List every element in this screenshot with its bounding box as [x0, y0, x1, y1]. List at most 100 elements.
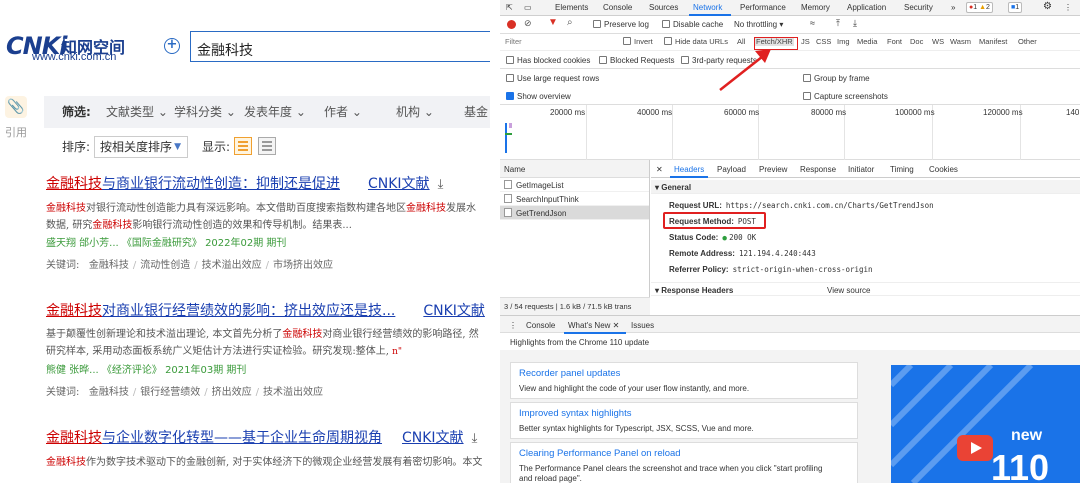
issues-badge[interactable]: ●1 ▲2 [966, 2, 993, 13]
blocked-requests-checkbox[interactable]: Blocked Requests [599, 56, 674, 65]
type-ws[interactable]: WS [932, 37, 944, 46]
inspect-icon[interactable]: ⇱ [506, 3, 513, 12]
tab-response[interactable]: Response [800, 165, 836, 174]
feature-card[interactable]: Clearing Performance Panel on reload The… [510, 442, 858, 483]
filter-input[interactable]: Filter [505, 37, 522, 46]
keyword-link[interactable]: 技术溢出效应 [202, 260, 262, 271]
tab-initiator[interactable]: Initiator [848, 165, 874, 174]
tab-sources[interactable]: Sources [649, 3, 678, 12]
tab-issues[interactable]: Issues [631, 321, 654, 330]
cnki-logo[interactable]: CNKi 知网空间 www.cnki.com.cn [6, 32, 136, 64]
list-view-icon[interactable] [258, 137, 276, 155]
large-rows-checkbox[interactable]: Use large request rows [506, 74, 599, 83]
search-input[interactable]: 金融科技 [190, 31, 490, 62]
keyword-link[interactable]: 挤出效应 [212, 387, 252, 398]
grid-view-icon[interactable] [234, 137, 252, 155]
request-row[interactable]: GetImageList [500, 178, 649, 192]
tab-performance[interactable]: Performance [740, 3, 786, 12]
device-toolbar-icon[interactable]: ▭ [524, 3, 532, 12]
sort-select[interactable]: 按相关度排序 ▼ [94, 136, 188, 158]
tab-elements[interactable]: Elements [555, 3, 588, 12]
keyword-link[interactable]: 流动性创造 [140, 260, 190, 271]
filter-author[interactable]: 作者 ⌄ [324, 96, 362, 128]
record-icon[interactable] [507, 20, 516, 29]
close-icon[interactable]: ✕ [613, 321, 620, 330]
result-title[interactable]: 金融科技与企业数字化转型——基于企业生命周期视角 CNKI文献 ⤓ [46, 429, 490, 448]
tab-network[interactable]: Network [693, 3, 722, 12]
cite-button[interactable]: 📎 引用 [2, 96, 30, 140]
keyword-link[interactable]: 金融科技 [89, 387, 129, 398]
export-har-icon[interactable]: ⤓ [853, 18, 857, 29]
throttling-select[interactable]: No throttling ▾ [734, 20, 783, 29]
add-circle-icon[interactable]: + [164, 38, 180, 54]
type-manifest[interactable]: Manifest [979, 37, 1007, 46]
source-link[interactable]: CNKI文献 [423, 303, 485, 319]
type-js[interactable]: JS [801, 37, 810, 46]
keyword-link[interactable]: 金融科技 [89, 260, 129, 271]
search-icon[interactable]: ⌕ [567, 17, 573, 28]
result-title[interactable]: 金融科技对商业银行经营绩效的影响：挤出效应还是技... CNKI文献 [46, 302, 490, 320]
feature-title[interactable]: Clearing Performance Panel on reload [519, 448, 681, 459]
request-row-selected[interactable]: GetTrendJson [500, 206, 649, 220]
messages-badge[interactable]: ■1 [1008, 2, 1023, 13]
source-link[interactable]: CNKI文献 [368, 176, 430, 192]
tab-console[interactable]: Console [603, 3, 632, 12]
blocked-cookies-checkbox[interactable]: Has blocked cookies [506, 56, 590, 65]
tab-cookies[interactable]: Cookies [929, 165, 958, 174]
download-icon[interactable]: ⤓ [438, 176, 444, 194]
result-meta[interactable]: 盛天翔 邰小芳... 《国际金融研究》 2022年02期 期刊 [46, 236, 490, 252]
feature-card[interactable]: Improved syntax highlights Better syntax… [510, 402, 858, 439]
network-conditions-icon[interactable]: ≈ [810, 18, 815, 28]
source-link[interactable]: CNKI文献 [402, 430, 464, 446]
filter-subject[interactable]: 学科分类 ⌄ [174, 96, 236, 128]
preserve-log-checkbox[interactable]: Preserve log [593, 20, 649, 29]
gear-icon[interactable]: ⚙ [1043, 1, 1052, 12]
feature-title[interactable]: Recorder panel updates [519, 368, 620, 379]
tab-application[interactable]: Application [847, 3, 886, 12]
filter-doc-type[interactable]: 文献类型 ⌄ [106, 96, 168, 128]
tab-timing[interactable]: Timing [890, 165, 914, 174]
keyword-link[interactable]: 银行经营绩效 [140, 387, 200, 398]
tab-whats-new[interactable]: What's New ✕ [568, 321, 619, 330]
filter-institution[interactable]: 机构 ⌄ [396, 96, 434, 128]
import-har-icon[interactable]: ⤒ [836, 18, 840, 29]
type-css[interactable]: CSS [816, 37, 831, 46]
capture-screenshots-checkbox[interactable]: Capture screenshots [803, 92, 888, 101]
type-wasm[interactable]: Wasm [950, 37, 971, 46]
view-source-link[interactable]: View source [827, 286, 870, 295]
keyword-link[interactable]: 市场挤出效应 [273, 260, 333, 271]
disable-cache-checkbox[interactable]: Disable cache [662, 20, 723, 29]
clear-icon[interactable]: ⊘ [524, 18, 532, 29]
type-media[interactable]: Media [857, 37, 877, 46]
result-meta[interactable]: 熊健 张晔... 《经济评论》 2021年03期 期刊 [46, 363, 490, 379]
tab-payload[interactable]: Payload [717, 165, 746, 174]
close-icon[interactable]: ✕ [656, 165, 663, 174]
download-icon[interactable]: ⤓ [472, 430, 478, 448]
response-headers-section[interactable]: ▾ Response Headers View source [651, 282, 1080, 296]
feature-card[interactable]: Recorder panel updates View and highligh… [510, 362, 858, 399]
name-column-header[interactable]: Name [500, 160, 649, 178]
filter-year[interactable]: 发表年度 ⌄ [244, 96, 306, 128]
group-by-frame-checkbox[interactable]: Group by frame [803, 74, 870, 83]
invert-checkbox[interactable]: Invert [623, 37, 653, 46]
tab-preview[interactable]: Preview [759, 165, 787, 174]
keyword-link[interactable]: 技术溢出效应 [263, 387, 323, 398]
show-overview-checkbox[interactable]: Show overview [506, 92, 571, 101]
kebab-menu-icon[interactable]: ⋮ [1064, 3, 1072, 12]
type-img[interactable]: Img [837, 37, 850, 46]
type-other[interactable]: Other [1018, 37, 1037, 46]
tab-security[interactable]: Security [904, 3, 933, 12]
kebab-menu-icon[interactable]: ⋮ [509, 321, 517, 330]
filter-icon[interactable]: ▼ [548, 17, 558, 28]
tab-memory[interactable]: Memory [801, 3, 830, 12]
tab-console-drawer[interactable]: Console [526, 321, 555, 330]
request-row[interactable]: SearchInputThink [500, 192, 649, 206]
tab-headers[interactable]: Headers [674, 165, 704, 174]
feature-title[interactable]: Improved syntax highlights [519, 408, 631, 419]
general-section[interactable]: ▾ General [651, 180, 1080, 194]
timeline-overview[interactable]: 20000 ms 40000 ms 60000 ms 80000 ms 1000… [500, 105, 1080, 160]
chrome-110-promo-image[interactable]: new 110 [891, 365, 1080, 483]
type-doc[interactable]: Doc [910, 37, 923, 46]
type-font[interactable]: Font [887, 37, 902, 46]
more-tabs-icon[interactable]: » [951, 3, 955, 12]
